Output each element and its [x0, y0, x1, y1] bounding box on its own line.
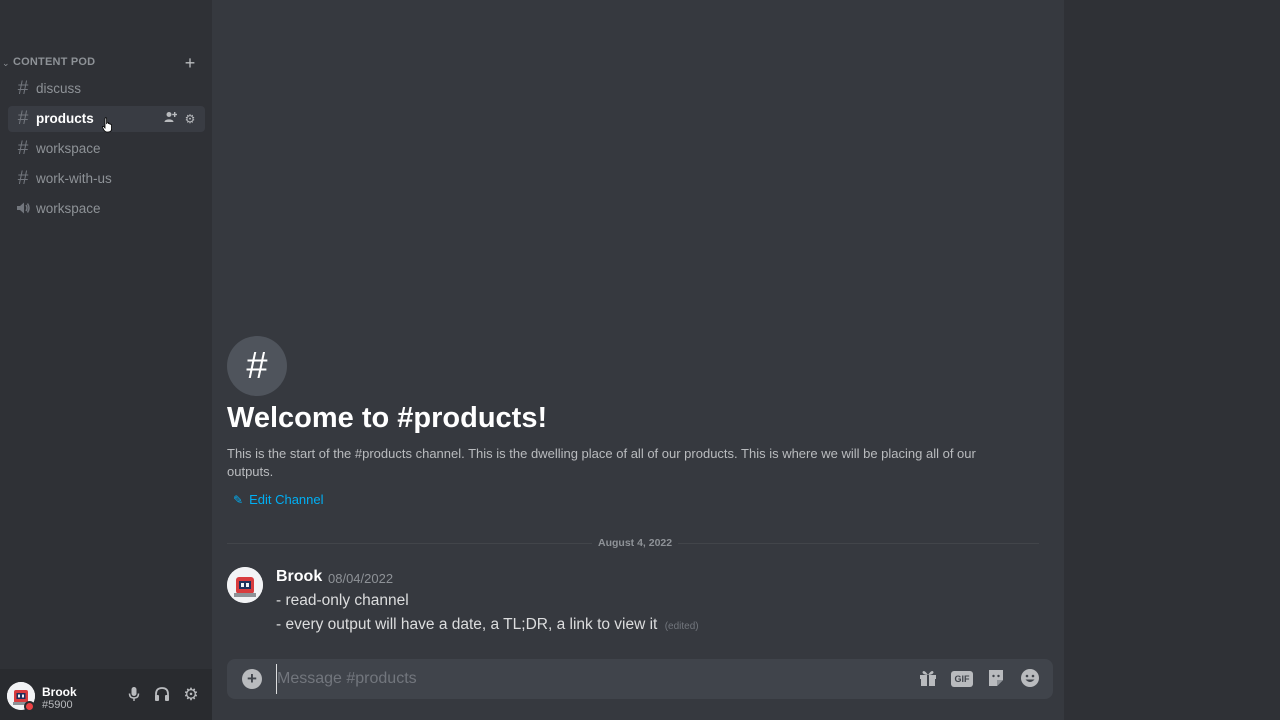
message-input[interactable]: [276, 664, 896, 694]
gear-icon[interactable]: ⚙: [182, 686, 200, 704]
gift-icon[interactable]: [917, 668, 939, 690]
message-composer: + GIF: [227, 659, 1053, 699]
channel-label: workspace: [36, 201, 101, 216]
category-header[interactable]: ⌄ CONTENT POD +: [0, 54, 212, 72]
plus-icon[interactable]: +: [182, 54, 198, 72]
edited-label: (edited): [664, 621, 699, 632]
add-attachment-button[interactable]: +: [242, 669, 262, 689]
right-panel: [1064, 0, 1280, 720]
user-tag: #5900: [42, 699, 73, 711]
emoji-icon[interactable]: [1019, 668, 1041, 690]
channel-work-with-us[interactable]: # work-with-us: [8, 166, 205, 192]
message-timestamp: 08/04/2022: [328, 571, 394, 586]
headphones-icon[interactable]: [153, 686, 171, 704]
microphone-icon[interactable]: [125, 686, 143, 704]
pencil-icon: ✎: [233, 492, 244, 507]
speaker-icon: [14, 200, 32, 218]
status-indicator: [24, 701, 35, 712]
avatar[interactable]: [227, 567, 263, 603]
message-author[interactable]: Brook: [276, 568, 322, 586]
hashtag-icon: #: [17, 108, 29, 129]
message-text: - read-only channel: [276, 592, 409, 609]
invite-icon[interactable]: [163, 111, 177, 127]
hashtag-icon: #: [17, 78, 29, 99]
hashtag-icon: #: [17, 168, 29, 189]
welcome-title: Welcome to #products!: [227, 402, 548, 434]
message-text: - every output will have a date, a TL;DR…: [276, 616, 658, 633]
hand-cursor-icon: [102, 117, 112, 133]
message-line: - every output will have a date, a TL;DR…: [276, 616, 699, 634]
hashtag-icon: #: [227, 336, 287, 396]
user-name: Brook: [42, 685, 77, 699]
message-line: - read-only channel: [276, 592, 409, 610]
gif-icon[interactable]: GIF: [951, 671, 973, 687]
channel-label: discuss: [36, 81, 82, 96]
channel-discuss[interactable]: # discuss: [8, 76, 205, 102]
user-panel: Brook #5900 ⚙: [0, 669, 212, 720]
chevron-down-icon[interactable]: ⌄: [2, 57, 12, 69]
channel-sidebar: ⌄ CONTENT POD + # discuss # products ⚙ #…: [0, 0, 212, 720]
category-title: CONTENT POD: [13, 56, 96, 68]
channel-workspace[interactable]: # workspace: [8, 136, 205, 162]
voice-channel-workspace[interactable]: workspace: [8, 196, 205, 222]
edit-channel-label: Edit Channel: [249, 492, 324, 507]
gear-icon[interactable]: ⚙: [183, 111, 197, 127]
date-divider-label: August 4, 2022: [592, 537, 679, 549]
sticker-icon[interactable]: [985, 668, 1007, 690]
channel-label: workspace: [36, 141, 101, 156]
channel-label: products: [36, 111, 94, 126]
hashtag-icon: #: [17, 138, 29, 159]
channel-label: work-with-us: [36, 171, 112, 186]
chat-main: # Welcome to #products! This is the star…: [212, 0, 1064, 720]
edit-channel-link[interactable]: ✎ Edit Channel: [233, 492, 324, 507]
welcome-description: This is the start of the #products chann…: [227, 446, 976, 479]
